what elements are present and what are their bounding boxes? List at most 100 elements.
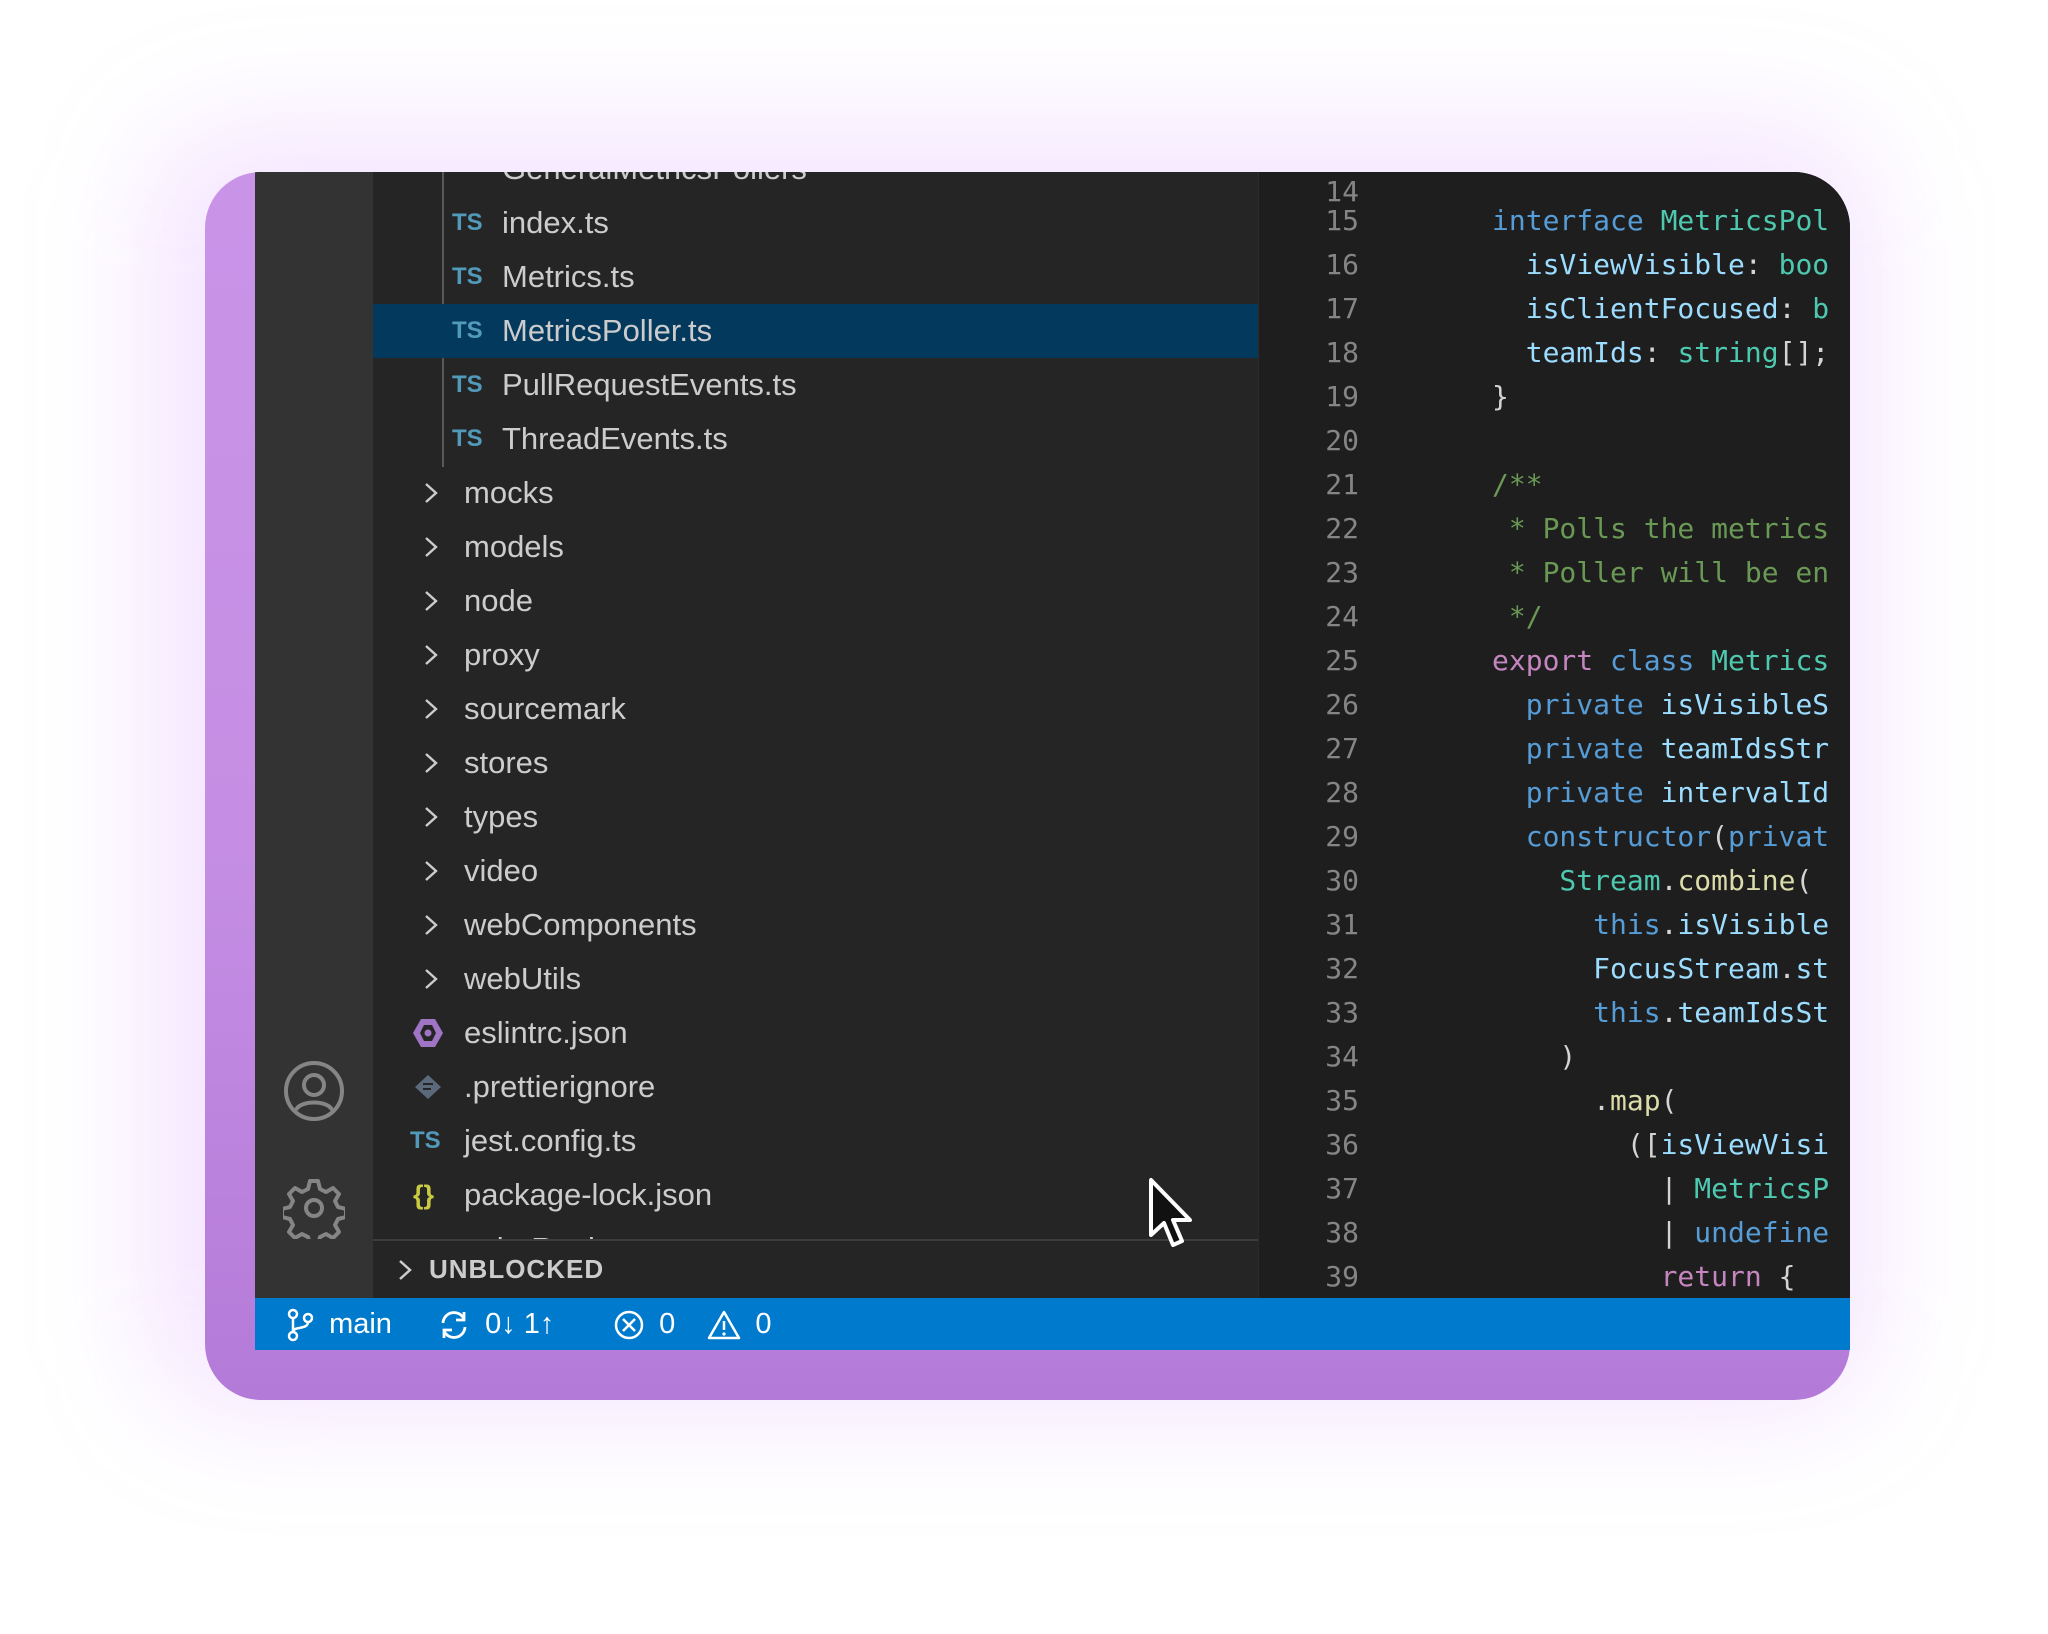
code-token: string (1677, 336, 1779, 369)
tree-item-folder[interactable]: webComponents (373, 898, 1258, 952)
code-line: export class Metrics (1492, 639, 1829, 683)
tree-item-label: models (464, 529, 564, 564)
code-line: FocusStream.st (1492, 947, 1829, 991)
tree-item-label: node (464, 583, 533, 618)
line-number: 28 (1325, 776, 1359, 809)
line-number: 19 (1325, 380, 1359, 413)
chevron-right-icon (425, 807, 438, 827)
chevron-right-icon (425, 861, 438, 881)
code-line: | undefine (1492, 1211, 1830, 1255)
code-editor[interactable]: 14 15 interface MetricsPol 16 isViewVisibl… (1258, 172, 1850, 1298)
line-number: 26 (1325, 688, 1359, 721)
tree-item-file[interactable]: {} package-lock.json (373, 1168, 1258, 1222)
tree-item-folder[interactable]: types (373, 790, 1258, 844)
sync-icon (441, 1311, 467, 1340)
sync-status[interactable]: 0↓ 1↑ (437, 1298, 554, 1350)
line-number: 15 (1325, 204, 1359, 237)
code-line: private teamIdsStr (1492, 727, 1829, 771)
code-token: isViewVisi (1660, 1128, 1830, 1161)
line-number: 30 (1325, 864, 1359, 897)
tree-item-folder[interactable]: models (373, 520, 1258, 574)
tree-item-label: sourcemark (464, 691, 626, 726)
code-token: []; (1778, 336, 1830, 369)
branch-status[interactable]: main (285, 1298, 392, 1350)
warning-icon (708, 1311, 741, 1340)
code-token: : (1744, 248, 1779, 281)
line-number: 31 (1325, 908, 1359, 941)
code-token: : (1643, 336, 1678, 369)
chevron-right-icon (425, 753, 438, 773)
code-token: ( (1711, 820, 1729, 853)
tree-item-file[interactable]: TS jest.config.ts (373, 1114, 1258, 1168)
line-number: 18 (1325, 336, 1359, 369)
typescript-icon: TS (452, 263, 483, 290)
code-token: : (1778, 292, 1813, 325)
line-number: 23 (1325, 556, 1359, 589)
vscode-window: GeneralMetricsPollers TS index.ts TS Metric… (255, 172, 1850, 1350)
line-number: 38 (1325, 1216, 1359, 1249)
tree-item-label: .prettierignore (464, 1069, 656, 1104)
code-token: MetricsP (1694, 1172, 1830, 1205)
code-line: | MetricsP (1492, 1167, 1830, 1211)
tree-item-label: PullRequestEvents.ts (502, 367, 797, 402)
tree-item-file[interactable]: TS index.ts (373, 196, 1258, 250)
code-token: export (1492, 644, 1611, 677)
line-number: 25 (1325, 644, 1359, 677)
tree-item-file[interactable]: TS Metrics.ts (373, 250, 1258, 304)
code-token: /** (1492, 468, 1543, 501)
tree-item-file[interactable]: TS MetricsPoller.ts (373, 304, 1258, 358)
code-token: ( (1660, 1084, 1678, 1117)
accounts-icon[interactable] (283, 1060, 345, 1122)
code-line: /** (1492, 463, 1543, 507)
chevron-right-icon (425, 483, 438, 503)
code-line: Stream.combine( (1492, 859, 1812, 903)
tree-item-partial-top[interactable]: GeneralMetricsPollers (373, 172, 1258, 196)
tree-item-label: mocks (464, 475, 554, 510)
tree-item-label: eslintrc.json (464, 1015, 628, 1050)
prettier-icon (415, 1075, 441, 1099)
tree-item-file[interactable]: eslintrc.json (373, 1006, 1258, 1060)
tree-item-folder[interactable]: proxy (373, 628, 1258, 682)
typescript-icon: TS (452, 371, 483, 398)
problems-status[interactable]: 0 0 (613, 1298, 771, 1350)
tree-item-label: proxy (464, 637, 540, 672)
tree-item-folder[interactable]: webUtils (373, 952, 1258, 1006)
code-token: private (1492, 776, 1661, 809)
tree-item-label: package-lock.json (464, 1177, 713, 1212)
tree-item-file[interactable]: TS ThreadEvents.ts (373, 412, 1258, 466)
code-token: MetricsPol (1660, 204, 1830, 237)
code-token: ( (1795, 864, 1813, 897)
tree-item-file[interactable]: TS PullRequestEvents.ts (373, 358, 1258, 412)
tree-item-folder[interactable]: stores (373, 736, 1258, 790)
error-count: 0 (659, 1308, 676, 1340)
typescript-icon: TS (452, 317, 483, 344)
tree-item-folder[interactable]: sourcemark (373, 682, 1258, 736)
code-token: combine (1677, 864, 1796, 897)
code-token: teamIdsStr (1660, 732, 1830, 765)
code-token: . (1660, 864, 1678, 897)
tree-item-folder[interactable]: node (373, 574, 1258, 628)
chevron-right-icon (425, 537, 438, 557)
code-token: | (1492, 1216, 1695, 1249)
line-number: 33 (1325, 996, 1359, 1029)
chevron-right-icon (425, 699, 438, 719)
code-line: * Poller will be en (1492, 551, 1829, 595)
code-token: ([ (1492, 1128, 1661, 1161)
chevron-right-icon (425, 591, 438, 611)
tree-item-file[interactable]: .prettierignore (373, 1060, 1258, 1114)
code-token: */ (1492, 600, 1543, 633)
code-token: Stream (1492, 864, 1661, 897)
code-token: constructor (1492, 820, 1712, 853)
line-number: 16 (1325, 248, 1359, 281)
tree-item-folder[interactable]: mocks (373, 466, 1258, 520)
code-line: constructor(privat (1492, 815, 1829, 859)
code-token: this (1492, 996, 1661, 1029)
tree-item-folder[interactable]: video (373, 844, 1258, 898)
code-token: return (1492, 1260, 1779, 1293)
line-number: 20 (1325, 424, 1359, 457)
code-token: privat (1728, 820, 1830, 853)
code-token: isViewVisible (1492, 248, 1745, 281)
section-header-unblocked[interactable]: UNBLOCKED (373, 1241, 1258, 1298)
gear-icon[interactable] (280, 1177, 348, 1247)
code-token: this (1492, 908, 1661, 941)
